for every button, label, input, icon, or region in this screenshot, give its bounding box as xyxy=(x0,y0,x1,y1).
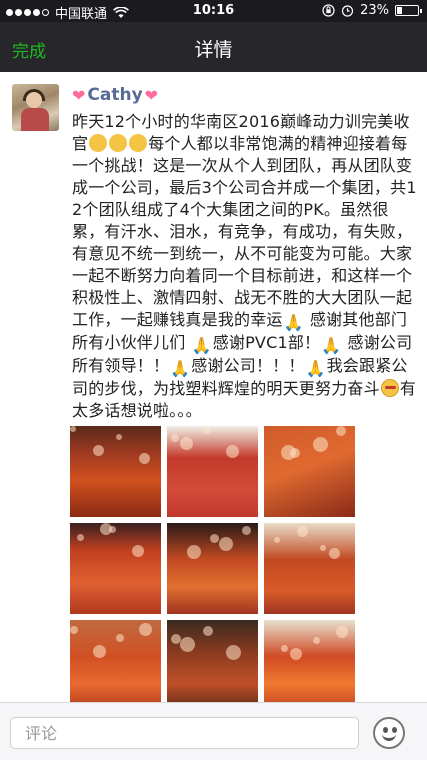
photo-standing-crowd[interactable] xyxy=(70,620,161,702)
pray-emoji: 🙏 xyxy=(321,336,342,355)
photo-stage-game[interactable] xyxy=(167,426,258,517)
pray-emoji: 🙏 xyxy=(283,313,304,332)
nav-bar: 完成 详情 xyxy=(0,22,427,72)
post-text-segment: 感谢公司！！！ xyxy=(191,356,305,375)
heart-icon: ❤ xyxy=(144,85,159,105)
post-detail: ❤ Cathy ❤ 昨天12个小时的华南区2016巅峰动力训完美收官 每个人都以非… xyxy=(0,72,427,702)
headband-emoji xyxy=(380,379,399,397)
pray-emoji: 🙏 xyxy=(191,336,212,355)
grin-emoji xyxy=(89,134,108,152)
username-link[interactable]: ❤ Cathy ❤ xyxy=(72,85,158,105)
battery-percent: 23% xyxy=(360,3,389,18)
photo-chandelier-hall[interactable] xyxy=(167,523,258,614)
lock-rotation-icon xyxy=(322,4,335,17)
smiley-face-icon[interactable] xyxy=(373,717,405,749)
username-label: Cathy xyxy=(87,85,143,105)
grin-emoji xyxy=(109,134,128,152)
post-text-segment: 感谢PVC1部！ xyxy=(212,333,321,352)
battery-icon xyxy=(395,5,422,16)
photo-seated-crowd[interactable] xyxy=(70,523,161,614)
photo-group-cheer[interactable] xyxy=(264,523,355,614)
status-bar: 中国联通 10:16 23% xyxy=(0,0,427,22)
alarm-icon xyxy=(341,5,354,17)
status-right: 23% xyxy=(322,3,422,18)
page-title: 详情 xyxy=(194,39,233,61)
photo-team-hall[interactable] xyxy=(70,426,161,517)
battery-level xyxy=(397,7,402,14)
photo-kneeling-group[interactable] xyxy=(264,426,355,517)
avatar[interactable] xyxy=(12,84,59,131)
comment-bar xyxy=(0,702,427,760)
photo-group-banner[interactable] xyxy=(264,620,355,702)
post-text: 昨天12个小时的华南区2016巅峰动力训完美收官 每个人都以非常饱满的精神迎接着每… xyxy=(72,111,420,422)
comment-input[interactable] xyxy=(10,717,359,749)
heart-icon: ❤ xyxy=(72,85,86,105)
pray-emoji: 🙏 xyxy=(305,359,326,378)
pray-emoji: 🙏 xyxy=(170,359,191,378)
photo-circle-group[interactable] xyxy=(167,620,258,702)
grin-emoji xyxy=(129,134,148,152)
post-text-segment: 每个人都以非常饱满的精神迎接着每一个挑战！这是一次从个人到团队，再从团队变成一个… xyxy=(72,134,417,329)
